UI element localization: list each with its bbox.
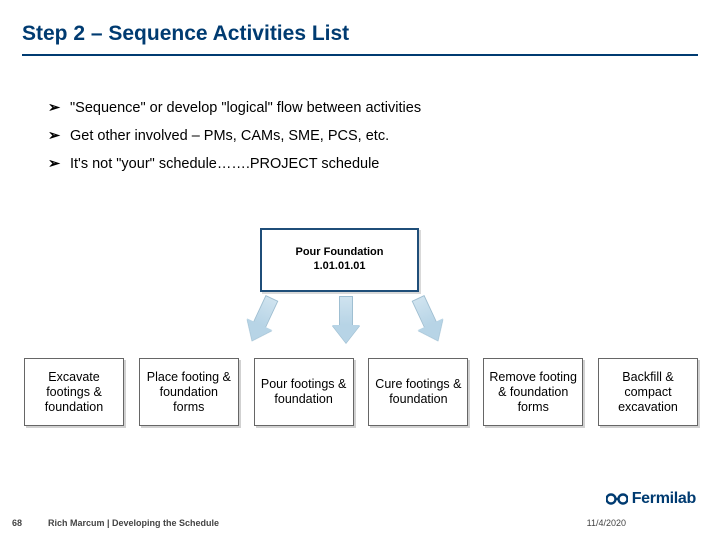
parent-activity-title: Pour Foundation bbox=[296, 246, 384, 260]
bullet-icon: ➢ bbox=[48, 100, 70, 116]
footer: 68 Rich Marcum | Developing the Schedule… bbox=[0, 504, 720, 540]
activity-boxes-row: Excavate footings & foundation Place foo… bbox=[24, 358, 698, 426]
arrow-down-icon bbox=[405, 292, 450, 346]
bullet-text: It's not "your" schedule…….PROJECT sched… bbox=[70, 156, 421, 172]
parent-activity-code: 1.01.01.01 bbox=[314, 260, 366, 274]
activity-box: Place footing & foundation forms bbox=[139, 358, 239, 426]
breakdown-arrows bbox=[228, 296, 448, 356]
arrow-down-icon bbox=[332, 296, 360, 343]
footer-text: Rich Marcum | Developing the Schedule bbox=[48, 518, 219, 528]
bullet-icon: ➢ bbox=[48, 156, 70, 172]
slide: Step 2 – Sequence Activities List ➢ "Seq… bbox=[0, 0, 720, 540]
title-underline bbox=[22, 54, 698, 56]
activity-box: Excavate footings & foundation bbox=[24, 358, 124, 426]
bullet-item: ➢ It's not "your" schedule…….PROJECT sch… bbox=[48, 156, 421, 172]
activity-box: Pour footings & foundation bbox=[254, 358, 354, 426]
parent-activity-box: Pour Foundation 1.01.01.01 bbox=[260, 228, 419, 292]
activity-box: Remove footing & foundation forms bbox=[483, 358, 583, 426]
slide-title: Step 2 – Sequence Activities List bbox=[22, 22, 349, 46]
bullet-item: ➢ Get other involved – PMs, CAMs, SME, P… bbox=[48, 128, 421, 144]
page-number: 68 bbox=[12, 518, 22, 528]
bullet-text: "Sequence" or develop "logical" flow bet… bbox=[70, 100, 421, 116]
activity-box: Backfill & compact excavation bbox=[598, 358, 698, 426]
activity-box: Cure footings & foundation bbox=[368, 358, 468, 426]
footer-date: 11/4/2020 bbox=[587, 518, 626, 528]
bullet-item: ➢ "Sequence" or develop "logical" flow b… bbox=[48, 100, 421, 116]
bullet-icon: ➢ bbox=[48, 128, 70, 144]
bullet-list: ➢ "Sequence" or develop "logical" flow b… bbox=[48, 100, 421, 184]
bullet-text: Get other involved – PMs, CAMs, SME, PCS… bbox=[70, 128, 421, 144]
arrow-down-icon bbox=[239, 292, 284, 346]
